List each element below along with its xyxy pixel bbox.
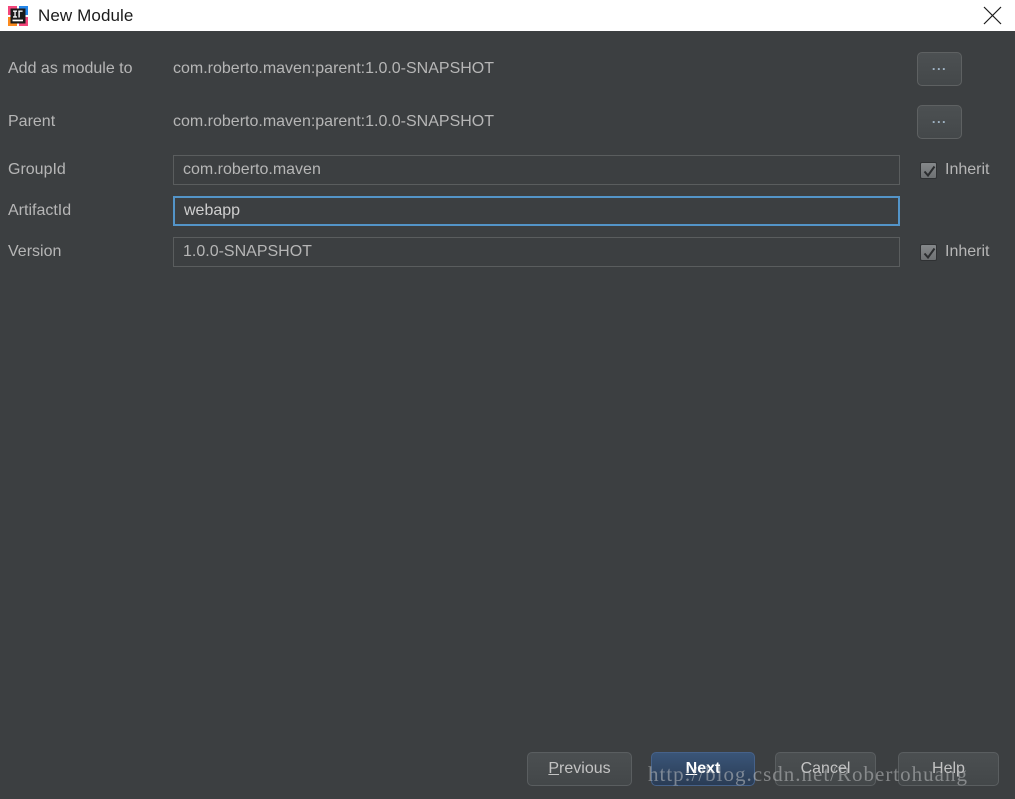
cancel-button[interactable]: Cancel <box>775 752 876 786</box>
help-button[interactable]: Help <box>898 752 999 786</box>
next-button[interactable]: Next <box>651 752 755 786</box>
label-add-as-module-to: Add as module to <box>8 60 133 77</box>
value-parent: com.roberto.maven:parent:1.0.0-SNAPSHOT <box>173 113 495 130</box>
previous-button[interactable]: Previous <box>527 752 632 786</box>
label-version: Version <box>8 243 62 260</box>
ellipsis-icon: ... <box>931 111 948 126</box>
version-input[interactable] <box>173 237 900 267</box>
inherit-checkbox-groupid[interactable]: Inherit <box>920 155 989 185</box>
row-version: Version Inherit <box>0 237 1015 267</box>
row-parent: Parent com.roberto.maven:parent:1.0.0-SN… <box>0 105 1015 139</box>
row-add-as-module-to: Add as module to com.roberto.maven:paren… <box>0 52 1015 86</box>
row-groupid: GroupId Inherit <box>0 155 1015 185</box>
window-title: New Module <box>38 5 134 25</box>
groupid-input[interactable] <box>173 155 900 185</box>
inherit-label-version: Inherit <box>945 243 990 260</box>
ellipsis-icon: ... <box>931 58 948 73</box>
cancel-button-label: Cancel <box>800 760 851 777</box>
close-icon[interactable] <box>969 0 1015 31</box>
inherit-checkbox-version[interactable]: Inherit <box>920 237 989 267</box>
value-add-as-module-to: com.roberto.maven:parent:1.0.0-SNAPSHOT <box>173 60 495 77</box>
help-button-label: Help <box>932 760 965 777</box>
inherit-label-groupid: Inherit <box>945 161 990 178</box>
previous-button-label: Previous <box>548 760 611 777</box>
browse-button-add-as-module-to[interactable]: ... <box>917 52 962 86</box>
new-module-dialog-body: Add as module to com.roberto.maven:paren… <box>0 31 1015 799</box>
checkbox-checked-icon <box>920 161 937 179</box>
artifactid-input[interactable] <box>173 196 900 226</box>
checkbox-checked-icon <box>920 243 937 261</box>
browse-button-parent[interactable]: ... <box>917 105 962 139</box>
label-groupid: GroupId <box>8 161 66 178</box>
intellij-idea-icon <box>8 5 28 26</box>
window-titlebar: New Module <box>0 0 1015 31</box>
next-button-label: Next <box>685 760 721 777</box>
label-parent: Parent <box>8 113 56 130</box>
row-artifactid: ArtifactId <box>0 196 1015 226</box>
label-artifactid: ArtifactId <box>8 202 72 219</box>
